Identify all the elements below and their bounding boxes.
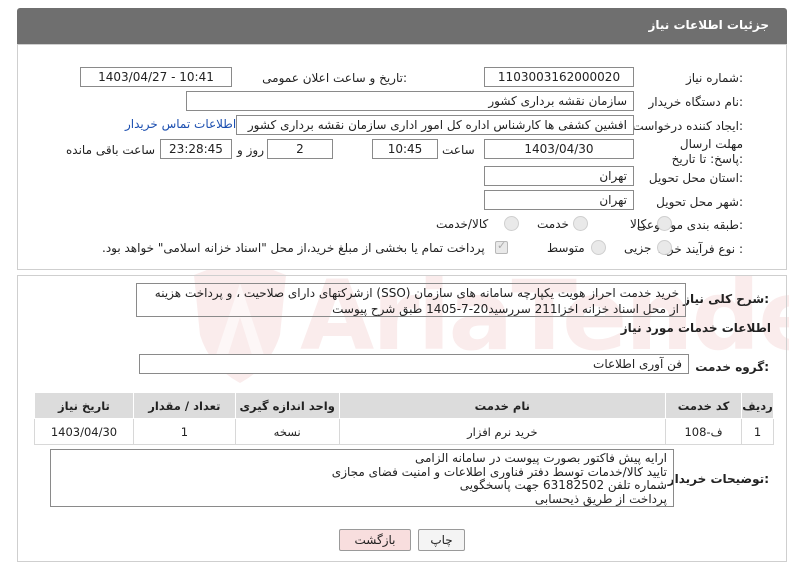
- col-unit: واحد اندازه گیری: [234, 392, 340, 419]
- category-service-label: خدمت: [537, 217, 569, 231]
- need-number-label: شماره نیاز:: [685, 71, 743, 85]
- deadline-date-field[interactable]: 1403/04/30: [484, 139, 634, 159]
- remaining-time-label: ساعت باقی مانده: [66, 143, 156, 157]
- summary-label: شرح کلی نیاز:: [683, 292, 769, 306]
- page-title: جزئیات اطلاعات نیاز: [648, 18, 769, 32]
- page-header: جزئیات اطلاعات نیاز: [17, 8, 787, 44]
- buyer-notes-textarea[interactable]: ارایه پیش فاکتور بصورت پیوست در سامانه ا…: [50, 449, 674, 507]
- requester-label: ایجاد کننده درخواست:: [632, 119, 743, 133]
- buyer-org-field[interactable]: سازمان نقشه برداری کشور: [186, 91, 634, 111]
- requester-field[interactable]: افشین کشفی ها کارشناس اداره کل امور ادار…: [236, 115, 634, 135]
- category-label: طبقه بندی موضوعی:: [636, 218, 743, 232]
- remaining-time-field[interactable]: 23:28:45: [160, 139, 232, 159]
- table-header-row: تاریخ نیاز تعداد / مقدار واحد اندازه گیر…: [34, 392, 775, 419]
- cell-qty: 1: [132, 418, 236, 445]
- need-number-field[interactable]: 1103003162000020: [484, 67, 634, 87]
- col-need-date: تاریخ نیاز: [34, 392, 134, 419]
- delivery-province-field[interactable]: تهران: [484, 166, 634, 186]
- services-title: اطلاعات خدمات مورد نیاز: [620, 321, 771, 335]
- delivery-province-label: استان محل تحویل:: [648, 171, 743, 185]
- category-goods-service-label: کالا/خدمت: [436, 217, 489, 231]
- deadline-time-field[interactable]: 10:45: [372, 139, 438, 159]
- days-label: روز و: [237, 143, 264, 157]
- deadline-label: مهلت ارسال پاسخ: تا تاریخ:: [671, 137, 743, 166]
- remaining-days-field[interactable]: 2: [267, 139, 333, 159]
- purchase-minor-radio[interactable]: [657, 240, 672, 255]
- summary-textarea[interactable]: خرید خدمت احراز هویت یکپارچه سامانه های …: [136, 283, 686, 317]
- announce-datetime-label: تاریخ و ساعت اعلان عمومی:: [262, 71, 407, 85]
- col-service-name: نام خدمت: [338, 392, 667, 419]
- category-service-radio[interactable]: [573, 216, 588, 231]
- buyer-note-line: پرداخت از طریق ذیحسابی: [534, 491, 667, 506]
- col-row: ردیف: [740, 392, 775, 419]
- buyer-contact-link[interactable]: اطلاعات تماس خریدار: [125, 117, 236, 131]
- announce-datetime-field[interactable]: 1403/04/27 - 10:41: [80, 67, 232, 87]
- treasury-note: پرداخت تمام یا بخشی از مبلغ خرید،از محل …: [102, 241, 485, 255]
- buyer-org-label: نام دستگاه خریدار:: [648, 95, 744, 109]
- cell-row: 1: [740, 418, 775, 445]
- cell-unit: نسخه: [234, 418, 340, 445]
- cell-need-date: 1403/04/30: [34, 418, 134, 445]
- category-goods-radio[interactable]: [657, 216, 672, 231]
- buyer-note-line: ارایه پیش فاکتور بصورت پیوست در سامانه ا…: [414, 451, 667, 465]
- purchase-minor-label: جزیی: [624, 241, 652, 255]
- print-button[interactable]: چاپ: [418, 529, 465, 551]
- service-group-label: گروه خدمت:: [695, 360, 769, 374]
- services-table: تاریخ نیاز تعداد / مقدار واحد اندازه گیر…: [34, 392, 775, 445]
- table-row[interactable]: 1403/04/30 1 نسخه خرید نرم افزار ف-108 1: [34, 418, 775, 445]
- deadline-time-label: ساعت: [442, 143, 475, 157]
- buyer-note-line: شماره تلفن 63182502 جهت پاسخگویی: [459, 478, 667, 492]
- cell-service-code: ف-108: [665, 418, 742, 445]
- col-service-code: کد خدمت: [665, 392, 742, 419]
- service-group-field[interactable]: فن آوری اطلاعات: [139, 354, 689, 374]
- treasury-checkbox[interactable]: [495, 239, 508, 254]
- buyer-note-line: تایید کالا/خدمات توسط دفتر فناوری اطلاعا…: [331, 464, 667, 479]
- buyer-notes-label: توضیحات خریدار:: [667, 472, 769, 486]
- delivery-city-field[interactable]: تهران: [484, 190, 634, 210]
- purchase-medium-label: متوسط: [547, 241, 585, 255]
- delivery-city-label: شهر محل تحویل:: [656, 195, 743, 209]
- purchase-medium-radio[interactable]: [591, 240, 606, 255]
- category-goods-service-radio[interactable]: [504, 216, 519, 231]
- cell-service-name: خرید نرم افزار: [338, 418, 667, 445]
- col-qty: تعداد / مقدار: [132, 392, 236, 419]
- back-button[interactable]: بازگشت: [339, 529, 411, 551]
- category-goods-label: کالا: [630, 217, 647, 231]
